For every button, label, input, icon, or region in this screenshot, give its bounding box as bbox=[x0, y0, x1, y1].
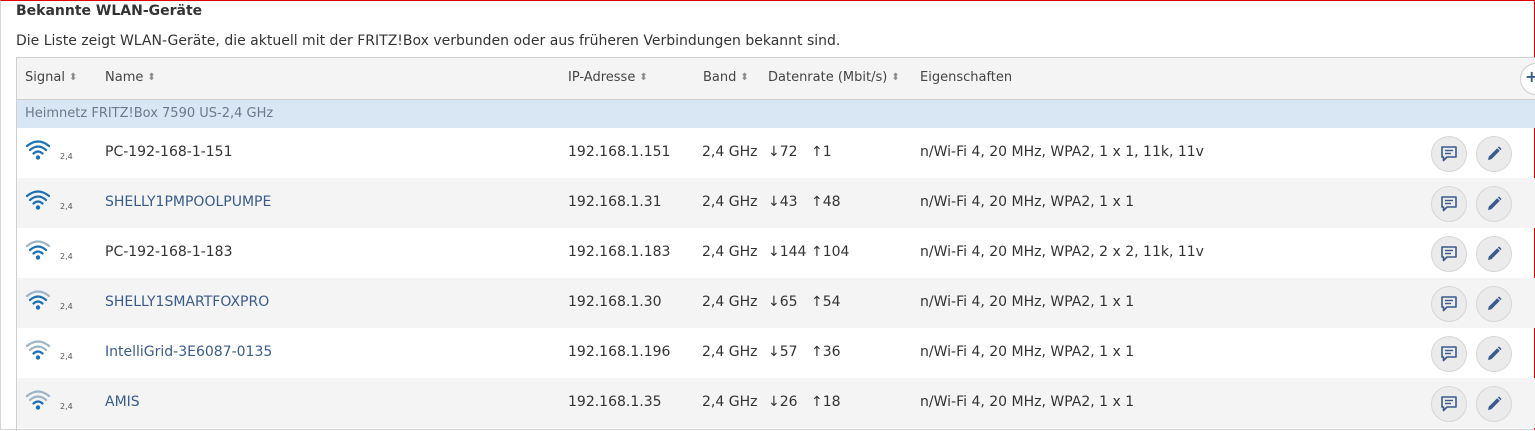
signal-band-label: 2,4 bbox=[60, 402, 73, 411]
group-row: Heimnetz FRITZ!Box 7590 US-2,4 GHz bbox=[17, 100, 1535, 128]
page-description: Die Liste zeigt WLAN-Geräte, die aktuell… bbox=[16, 33, 841, 49]
speech-bubble-icon bbox=[1441, 396, 1457, 412]
speech-bubble-icon bbox=[1441, 146, 1457, 162]
pencil-icon bbox=[1488, 196, 1502, 210]
table-row: 2,4 PC-192-168-1-151 192.168.1.151 2,4 GHz ↓… bbox=[17, 128, 1535, 178]
header-band[interactable]: Band ⬍ bbox=[703, 70, 749, 85]
properties: n/Wi-Fi 4, 20 MHz, WPA2, 1 x 1, 11k, 11v bbox=[920, 144, 1204, 160]
ip-address: 192.168.1.196 bbox=[568, 344, 671, 360]
speech-bubble-icon bbox=[1441, 246, 1457, 262]
table-row: 2,4 SHELLY1PMPOOLPUMPE 192.168.1.31 2,4 GHz… bbox=[17, 178, 1535, 228]
details-button[interactable] bbox=[1431, 386, 1467, 422]
rate-down: ↓144 bbox=[768, 244, 807, 260]
rate-up: ↑48 bbox=[811, 194, 841, 210]
device-name[interactable]: SHELLY1SMARTFOXPRO bbox=[105, 294, 269, 310]
wifi-signal-icon bbox=[25, 340, 51, 360]
sort-icon[interactable]: ⬍ bbox=[639, 72, 647, 83]
signal-band-label: 2,4 bbox=[60, 202, 73, 211]
band: 2,4 GHz bbox=[702, 294, 758, 310]
table-row: 2,4 IntelliGrid-3E6087-0135 192.168.1.196 2… bbox=[17, 328, 1535, 378]
rate-down: ↓43 bbox=[768, 194, 798, 210]
header-name[interactable]: Name ⬍ bbox=[105, 70, 156, 85]
edit-button[interactable] bbox=[1476, 236, 1512, 272]
device-name[interactable]: AMIS bbox=[105, 394, 140, 410]
rate-up: ↑104 bbox=[811, 244, 850, 260]
signal-band-label: 2,4 bbox=[60, 252, 73, 261]
wifi-signal-icon bbox=[25, 240, 51, 260]
sort-icon[interactable]: ⬍ bbox=[69, 72, 77, 83]
details-button[interactable] bbox=[1431, 286, 1467, 322]
rate-up: ↑54 bbox=[811, 294, 841, 310]
header-signal[interactable]: Signal ⬍ bbox=[25, 70, 77, 85]
pencil-icon bbox=[1488, 296, 1502, 310]
page-title: Bekannte WLAN-Geräte bbox=[16, 3, 203, 19]
properties: n/Wi-Fi 4, 20 MHz, WPA2, 1 x 1 bbox=[920, 194, 1135, 210]
device-name: PC-192-168-1-151 bbox=[105, 144, 233, 160]
properties: n/Wi-Fi 4, 20 MHz, WPA2, 2 x 2, 11k, 11v bbox=[920, 244, 1204, 260]
properties: n/Wi-Fi 4, 20 MHz, WPA2, 1 x 1 bbox=[920, 394, 1135, 410]
ip-address: 192.168.1.31 bbox=[568, 194, 662, 210]
band: 2,4 GHz bbox=[702, 194, 758, 210]
edit-button[interactable] bbox=[1476, 186, 1512, 222]
ip-address: 192.168.1.151 bbox=[568, 144, 671, 160]
speech-bubble-icon bbox=[1441, 346, 1457, 362]
rate-down: ↓57 bbox=[768, 344, 798, 360]
details-button[interactable] bbox=[1431, 236, 1467, 272]
rate-up: ↑36 bbox=[811, 344, 841, 360]
wifi-signal-icon bbox=[25, 290, 51, 310]
sort-icon[interactable]: ⬍ bbox=[147, 72, 155, 83]
edit-button[interactable] bbox=[1476, 386, 1512, 422]
table-row: 2,4 AMIS 192.168.1.35 2,4 GHz ↓26 ↑18 n/Wi-Fi … bbox=[17, 378, 1535, 428]
edit-button[interactable] bbox=[1476, 336, 1512, 372]
details-button[interactable] bbox=[1431, 336, 1467, 372]
band: 2,4 GHz bbox=[702, 244, 758, 260]
wifi-signal-icon bbox=[25, 140, 51, 160]
device-name: PC-192-168-1-183 bbox=[105, 244, 233, 260]
sort-icon[interactable]: ⬍ bbox=[740, 72, 748, 83]
plus-icon: + bbox=[1525, 67, 1535, 86]
details-button[interactable] bbox=[1431, 136, 1467, 172]
device-name[interactable]: IntelliGrid-3E6087-0135 bbox=[105, 344, 272, 360]
rate-up: ↑1 bbox=[811, 144, 832, 160]
pencil-icon bbox=[1488, 146, 1502, 160]
header-rate[interactable]: Datenrate (Mbit/s) ⬍ bbox=[768, 70, 900, 85]
rate-down: ↓72 bbox=[768, 144, 798, 160]
band: 2,4 GHz bbox=[702, 144, 758, 160]
pencil-icon bbox=[1488, 346, 1502, 360]
add-column-button[interactable]: + bbox=[1520, 63, 1535, 95]
ip-address: 192.168.1.30 bbox=[568, 294, 662, 310]
properties: n/Wi-Fi 4, 20 MHz, WPA2, 1 x 1 bbox=[920, 344, 1135, 360]
speech-bubble-icon bbox=[1441, 296, 1457, 312]
wifi-signal-icon bbox=[25, 190, 51, 210]
pencil-icon bbox=[1488, 246, 1502, 260]
sort-icon[interactable]: ⬍ bbox=[891, 72, 899, 83]
table-header: Signal ⬍ Name ⬍ IP-Adresse ⬍ Band ⬍ Datenrat… bbox=[17, 58, 1535, 100]
speech-bubble-icon bbox=[1441, 196, 1457, 212]
signal-band-label: 2,4 bbox=[60, 352, 73, 361]
ip-address: 192.168.1.183 bbox=[568, 244, 671, 260]
ip-address: 192.168.1.35 bbox=[568, 394, 662, 410]
signal-band-label: 2,4 bbox=[60, 152, 73, 161]
signal-band-label: 2,4 bbox=[60, 302, 73, 311]
group-label: Heimnetz FRITZ!Box 7590 US-2,4 GHz bbox=[25, 106, 274, 121]
edit-button[interactable] bbox=[1476, 136, 1512, 172]
band: 2,4 GHz bbox=[702, 394, 758, 410]
devices-table: Signal ⬍ Name ⬍ IP-Adresse ⬍ Band ⬍ Datenrat… bbox=[16, 57, 1535, 431]
details-button[interactable] bbox=[1431, 186, 1467, 222]
properties: n/Wi-Fi 4, 20 MHz, WPA2, 1 x 1 bbox=[920, 294, 1135, 310]
table-row: 2,4 SHELLY1SMARTFOXPRO 192.168.1.30 2,4 GHz… bbox=[17, 278, 1535, 328]
device-name[interactable]: SHELLY1PMPOOLPUMPE bbox=[105, 194, 271, 210]
header-properties: Eigenschaften bbox=[920, 70, 1013, 85]
rate-down: ↓65 bbox=[768, 294, 798, 310]
pencil-icon bbox=[1488, 396, 1502, 410]
band: 2,4 GHz bbox=[702, 344, 758, 360]
header-ip[interactable]: IP-Adresse ⬍ bbox=[568, 70, 648, 85]
table-row: 2,4 PC-192-168-1-183 192.168.1.183 2,4 GHz ↓… bbox=[17, 228, 1535, 278]
rate-up: ↑18 bbox=[811, 394, 841, 410]
rate-down: ↓26 bbox=[768, 394, 798, 410]
wifi-signal-icon bbox=[25, 390, 51, 410]
edit-button[interactable] bbox=[1476, 286, 1512, 322]
